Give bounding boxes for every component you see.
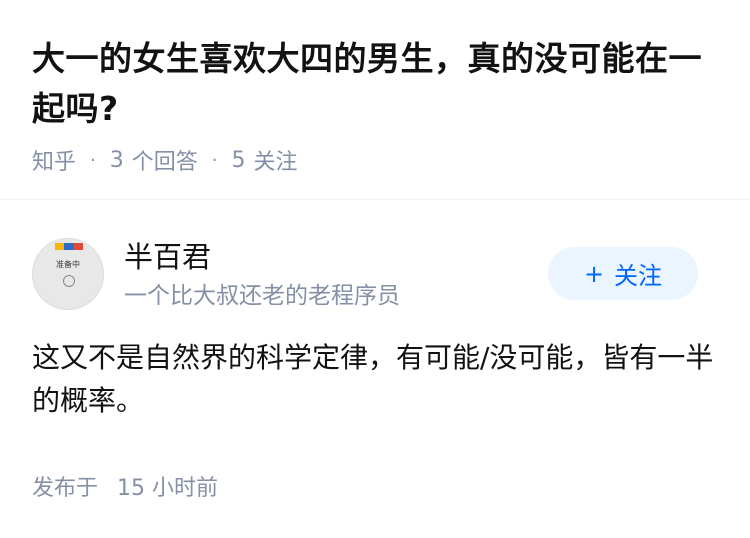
- publish-time-prefix: 发布于: [32, 476, 99, 501]
- avatar-logo: [55, 243, 83, 250]
- follow-count-label[interactable]: 关注: [254, 144, 298, 176]
- avatar-ring: [63, 275, 75, 287]
- plus-icon: +: [583, 259, 605, 288]
- follow-button[interactable]: + 关注: [548, 247, 698, 300]
- question-title[interactable]: 大一的女生喜欢大四的男生，真的没可能在一起吗?: [32, 34, 722, 134]
- source-label[interactable]: 知乎: [32, 144, 76, 176]
- meta-separator: ·: [211, 149, 218, 171]
- follow-button-label: 关注: [614, 262, 663, 290]
- answer-content[interactable]: 这又不是自然界的科学定律，有可能/没可能，皆有一半的概率。: [32, 336, 718, 422]
- question-header: 大一的女生喜欢大四的男生，真的没可能在一起吗? 知乎 · 3 个回答 · 5 关…: [32, 34, 722, 175]
- question-meta: 知乎 · 3 个回答 · 5 关注: [32, 144, 298, 176]
- avatar-text: 准备中: [56, 260, 80, 269]
- author-name[interactable]: 半百君: [124, 234, 211, 276]
- author-bio: 一个比大叔还老的老程序员: [124, 283, 400, 309]
- publish-time-value: 15 小时前: [117, 476, 219, 501]
- meta-separator: ·: [90, 149, 96, 171]
- divider: [0, 199, 750, 200]
- answers-label[interactable]: 个回答: [132, 144, 198, 176]
- avatar[interactable]: 准备中: [32, 238, 104, 310]
- follow-count: 5: [231, 147, 246, 173]
- publish-time: 发布于 15 小时前: [32, 470, 218, 502]
- answers-count: 3: [109, 147, 124, 173]
